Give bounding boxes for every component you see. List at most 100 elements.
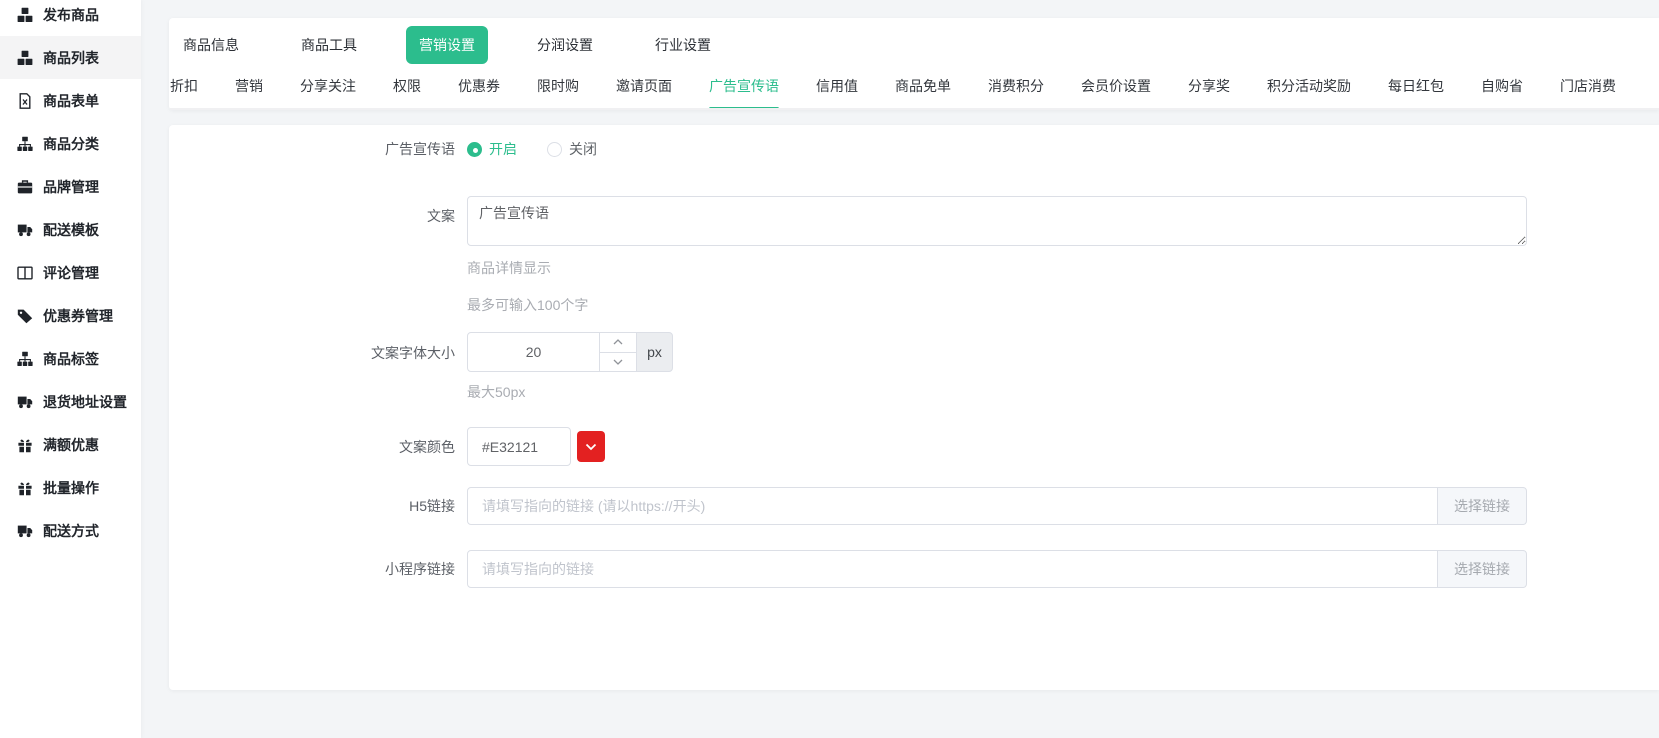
radio-on-label: 开启	[489, 139, 517, 159]
secondary-tab-bar: 折扣营销分享关注权限优惠券限时购邀请页面广告宣传语信用值商品免单消费积分会员价设…	[170, 66, 1659, 110]
primary-tab[interactable]: 分润设置	[524, 26, 606, 64]
cubes-icon	[17, 50, 33, 66]
radio-off-label: 关闭	[569, 139, 597, 159]
sidebar-item-label: 批量操作	[43, 478, 99, 498]
mini-program-link-row: 小程序链接 选择链接	[169, 550, 1659, 588]
copy-hint-display: 商品详情显示	[467, 258, 1527, 278]
tabs-panel: 商品信息商品工具营销设置分润设置行业设置 折扣营销分享关注权限优惠券限时购邀请页…	[169, 18, 1659, 110]
secondary-tab[interactable]: 每日红包	[1388, 66, 1444, 108]
secondary-tab[interactable]: 分享关注	[300, 66, 356, 108]
primary-tab-bar: 商品信息商品工具营销设置分润设置行业设置	[170, 26, 1659, 64]
radio-on-icon[interactable]	[467, 142, 482, 157]
stepper-up-button[interactable]	[599, 332, 637, 353]
secondary-tab[interactable]: 邀请页面	[616, 66, 672, 108]
sidebar-item-label: 配送模板	[43, 220, 99, 240]
stepper-down-button[interactable]	[599, 352, 637, 373]
secondary-tab[interactable]: 折扣	[170, 66, 198, 108]
sidebar-item-label: 商品分类	[43, 134, 99, 154]
color-picker-button[interactable]	[577, 431, 605, 462]
cubes-icon	[17, 7, 33, 23]
mini-program-link-label: 小程序链接	[169, 559, 467, 579]
truck-icon	[17, 523, 33, 539]
secondary-tab[interactable]: 门店消费	[1560, 66, 1616, 108]
sidebar-item[interactable]: 品牌管理	[0, 165, 141, 208]
radio-option-on[interactable]: 开启	[467, 139, 517, 159]
ad-slogan-row: 广告宣传语 开启 关闭	[169, 139, 1659, 159]
sidebar-item[interactable]: 商品分类	[0, 122, 141, 165]
sidebar-item[interactable]: 配送模板	[0, 208, 141, 251]
primary-tab[interactable]: 营销设置	[406, 26, 488, 64]
h5-link-input[interactable]	[467, 487, 1438, 525]
ad-slogan-label: 广告宣传语	[169, 139, 467, 159]
sitemap-icon	[17, 351, 33, 367]
truck-icon	[17, 394, 33, 410]
briefcase-icon	[17, 179, 33, 195]
sidebar-nav: 发布商品商品列表商品表单商品分类品牌管理配送模板评论管理优惠券管理商品标签退货地…	[0, 0, 141, 552]
secondary-tab[interactable]: 消费积分	[988, 66, 1044, 108]
secondary-tab[interactable]: 广告宣传语	[709, 66, 779, 108]
sidebar-item[interactable]: 批量操作	[0, 466, 141, 509]
secondary-tab[interactable]: 信用值	[816, 66, 858, 108]
mini-choose-link-button[interactable]: 选择链接	[1437, 550, 1527, 588]
secondary-tab[interactable]: 营销	[235, 66, 263, 108]
ad-slogan-radio-group: 开启 关闭	[467, 139, 597, 159]
radio-option-off[interactable]: 关闭	[547, 139, 597, 159]
copy-label: 文案	[169, 196, 467, 226]
file-excel-icon	[17, 93, 33, 109]
h5-choose-link-button[interactable]: 选择链接	[1437, 487, 1527, 525]
truck-icon	[17, 222, 33, 238]
primary-tab[interactable]: 商品工具	[288, 26, 370, 64]
secondary-tab[interactable]: 会员价设置	[1081, 66, 1151, 108]
sidebar-item[interactable]: 配送方式	[0, 509, 141, 552]
sidebar-item[interactable]: 商品列表	[0, 36, 141, 79]
copy-hint-limit: 最多可输入100个字	[467, 295, 1527, 315]
secondary-tab[interactable]: 权限	[393, 66, 421, 108]
sidebar-item-label: 优惠券管理	[43, 306, 113, 326]
font-size-stepper: px	[467, 332, 673, 372]
sidebar-item[interactable]: 商品标签	[0, 337, 141, 380]
sidebar-item-label: 商品标签	[43, 349, 99, 369]
font-size-row: 文案字体大小 px 最大50px	[169, 332, 1659, 402]
copy-color-row: 文案颜色	[169, 427, 1659, 466]
sidebar-item[interactable]: 退货地址设置	[0, 380, 141, 423]
mini-program-link-input[interactable]	[467, 550, 1438, 588]
sidebar-item-label: 退货地址设置	[43, 392, 127, 412]
primary-tab[interactable]: 行业设置	[642, 26, 724, 64]
secondary-tab[interactable]: 积分活动奖励	[1267, 66, 1351, 108]
secondary-tab[interactable]: 限时购	[537, 66, 579, 108]
font-size-label: 文案字体大小	[169, 332, 467, 363]
font-size-hint: 最大50px	[467, 382, 673, 402]
copy-textarea[interactable]: 广告宣传语	[467, 196, 1527, 246]
sidebar-item[interactable]: 评论管理	[0, 251, 141, 294]
sidebar: 发布商品商品列表商品表单商品分类品牌管理配送模板评论管理优惠券管理商品标签退货地…	[0, 0, 141, 738]
h5-link-label: H5链接	[169, 496, 467, 516]
settings-form-card: 广告宣传语 开启 关闭 文案 广告宣传语 商品详情显示 最多可输入100个字 文…	[169, 125, 1659, 690]
secondary-tab[interactable]: 自购省	[1481, 66, 1523, 108]
sidebar-item-label: 评论管理	[43, 263, 99, 283]
sidebar-item[interactable]: 商品表单	[0, 79, 141, 122]
h5-link-row: H5链接 选择链接	[169, 487, 1659, 525]
sidebar-item[interactable]: 优惠券管理	[0, 294, 141, 337]
sidebar-item-label: 满额优惠	[43, 435, 99, 455]
font-size-input[interactable]	[467, 332, 600, 372]
columns-icon	[17, 265, 33, 281]
sidebar-item[interactable]: 满额优惠	[0, 423, 141, 466]
chevron-down-icon	[613, 359, 623, 365]
gift-icon	[17, 480, 33, 496]
secondary-tab[interactable]: 分享奖	[1188, 66, 1230, 108]
chevron-up-icon	[613, 339, 623, 345]
chevron-down-icon	[585, 443, 597, 451]
sidebar-item-label: 配送方式	[43, 521, 99, 541]
secondary-tab[interactable]: 优惠券	[458, 66, 500, 108]
gift-icon	[17, 437, 33, 453]
radio-off-icon[interactable]	[547, 142, 562, 157]
copy-color-input[interactable]	[467, 427, 571, 466]
sidebar-item-label: 发布商品	[43, 5, 99, 25]
sidebar-item[interactable]: 发布商品	[0, 0, 141, 36]
copy-row: 文案 广告宣传语 商品详情显示 最多可输入100个字	[169, 196, 1659, 315]
font-size-unit: px	[636, 332, 673, 372]
secondary-tab[interactable]: 商品免单	[895, 66, 951, 108]
sidebar-item-label: 商品表单	[43, 91, 99, 111]
sidebar-item-label: 商品列表	[43, 48, 99, 68]
primary-tab[interactable]: 商品信息	[170, 26, 252, 64]
